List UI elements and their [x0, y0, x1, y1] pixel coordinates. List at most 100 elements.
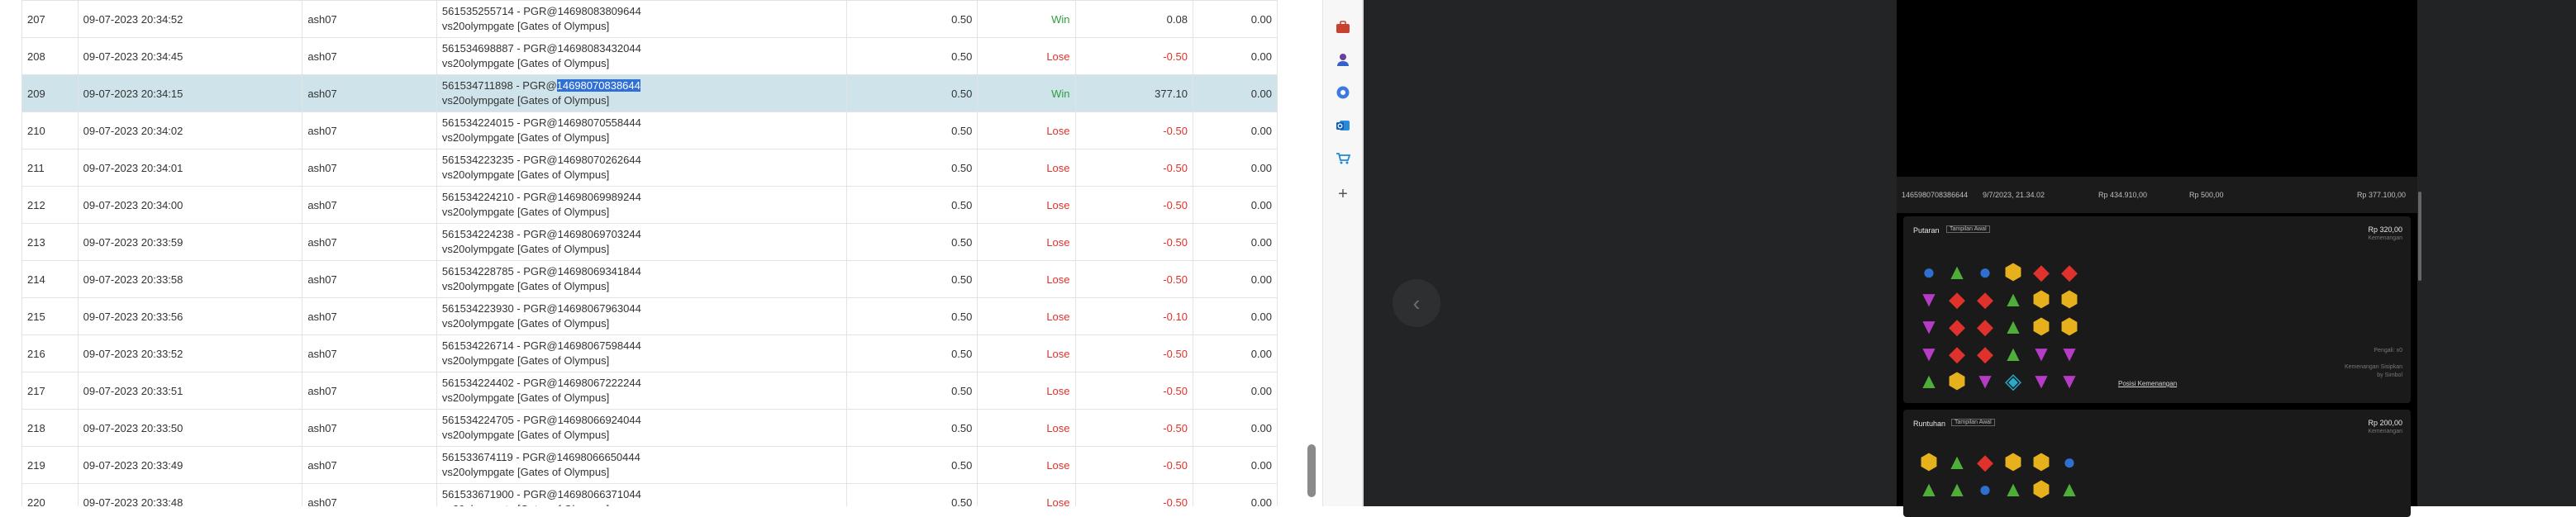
username: ash07 [302, 260, 437, 298]
table-row[interactable]: 209 09-07-2023 20:34:15 ash07 561534711898 … [21, 74, 1278, 112]
table-row[interactable]: 207 09-07-2023 20:34:52 ash07 561535255714 … [21, 0, 1278, 38]
bet-result: Lose [977, 149, 1076, 187]
bet-datetime: 09-07-2023 20:33:56 [77, 297, 303, 335]
tumble-card-amount-sub: Kemenangan [2368, 429, 2402, 434]
settings-gear-icon[interactable] [1334, 83, 1352, 102]
description-prefix: 561534711898 - PGR@ [441, 79, 557, 92]
win-amount: 0.08 [1074, 0, 1193, 38]
briefcase-icon[interactable] [1334, 18, 1352, 36]
description-line-1: 561533671900 - PGR@14698066371044 [441, 488, 641, 500]
symbol-tri-icon: ▲ [2002, 340, 2024, 366]
highlighted-selection: 14698070838644 [556, 79, 640, 92]
username: ash07 [302, 297, 437, 335]
symbol-gem-icon: ◆ [1977, 340, 1993, 366]
table-row[interactable]: 208 09-07-2023 20:34:45 ash07 561534698887 … [21, 37, 1278, 75]
symbol-tri-icon: ▲ [1918, 476, 1940, 501]
bet-amount: 0.50 [845, 446, 978, 484]
symbol-orb-icon: ● [1978, 258, 1992, 284]
win-amount: -0.50 [1074, 223, 1193, 261]
game-name: vs20olympgate [Gates of Olympus] [441, 94, 610, 107]
balance: 0.00 [1192, 74, 1278, 112]
bet-amount: 0.50 [845, 260, 978, 298]
win-position-link[interactable]: Posisi Kemenangan [2118, 380, 2177, 387]
user-icon[interactable] [1334, 50, 1352, 69]
symbol-orb-icon: ● [1978, 476, 1992, 501]
game-name: vs20olympgate [Gates of Olympus] [441, 391, 610, 404]
bet-description: 561534224238 - PGR@14698069703244 vs20oly… [436, 223, 847, 261]
bet-amount: 0.50 [845, 37, 978, 75]
history-scrollbar-thumb[interactable] [2418, 192, 2421, 281]
round-bet: Rp 500,00 [2189, 191, 2224, 199]
symbol-tri-icon: ▲ [2002, 286, 2024, 311]
outlook-icon[interactable] [1334, 116, 1352, 135]
viewer-backdrop: ‹ [1364, 0, 1897, 506]
bet-datetime: 09-07-2023 20:34:45 [77, 37, 303, 75]
row-number: 208 [21, 37, 79, 75]
tumble-symbol-grid: ⬢ ▲ ◆ ⬢ ⬢ ● ▲ ▲ ● ▲ ⬢ ▲ [1915, 448, 2083, 502]
description-line-1: 561534224015 - PGR@14698070558444 [441, 116, 641, 129]
table-row[interactable]: 214 09-07-2023 20:33:58 ash07 561534228785 … [21, 260, 1278, 298]
symbol-gem-icon: ◆ [1949, 286, 1965, 311]
bet-datetime: 09-07-2023 20:34:15 [77, 74, 303, 112]
symbol-gem-icon: ◆ [1977, 286, 1993, 311]
spin-note-2: by Simbol [2377, 372, 2402, 378]
bet-amount: 0.50 [845, 186, 978, 224]
bet-amount: 0.50 [845, 74, 978, 112]
win-amount: -0.50 [1074, 372, 1193, 410]
game-name: vs20olympgate [Gates of Olympus] [441, 429, 610, 441]
bet-amount: 0.50 [845, 334, 978, 372]
bet-result: Lose [977, 37, 1076, 75]
table-row[interactable]: 217 09-07-2023 20:33:51 ash07 561534224402 … [21, 372, 1278, 410]
symbol-inv-icon: ▼ [1918, 286, 1940, 311]
description-line-1: 561534224210 - PGR@14698069989244 [441, 191, 641, 203]
symbol-hex-icon: ⬢ [2031, 313, 2051, 339]
bet-datetime: 09-07-2023 20:34:01 [77, 149, 303, 187]
game-name: vs20olympgate [Gates of Olympus] [441, 206, 610, 218]
chevron-left-icon[interactable]: ‹ [1393, 279, 1440, 327]
bet-history-table: 207 09-07-2023 20:34:52 ash07 561535255714 … [21, 0, 1278, 506]
username: ash07 [302, 186, 437, 224]
bet-datetime: 09-07-2023 20:33:59 [77, 223, 303, 261]
symbol-hex-icon: ⬢ [2059, 286, 2079, 311]
table-row[interactable]: 213 09-07-2023 20:33:59 ash07 561534224238 … [21, 223, 1278, 261]
balance: 0.00 [1192, 111, 1278, 149]
bet-datetime: 09-07-2023 20:33:58 [77, 260, 303, 298]
symbol-gem-icon: ◆ [1949, 313, 1965, 339]
game-name: vs20olympgate [Gates of Olympus] [441, 168, 610, 181]
table-row[interactable]: 211 09-07-2023 20:34:01 ash07 561534223235 … [21, 149, 1278, 187]
username: ash07 [302, 74, 437, 112]
description-line-1: 561534228785 - PGR@14698069341844 [441, 265, 641, 277]
symbol-tri-icon: ▲ [2002, 313, 2024, 339]
balance: 0.00 [1192, 483, 1278, 506]
game-name: vs20olympgate [Gates of Olympus] [441, 20, 610, 32]
viewer-right-backdrop [2430, 0, 2576, 506]
table-row[interactable]: 219 09-07-2023 20:33:49 ash07 561533674119 … [21, 446, 1278, 484]
bet-description: 561534711898 - PGR@14698070838644 vs20oly… [436, 74, 847, 112]
table-row[interactable]: 218 09-07-2023 20:33:50 ash07 561534224705 … [21, 409, 1278, 447]
tumble-card-title: Runtuhan [1913, 420, 1946, 428]
tumble-card-amount: Rp 200,00 [2368, 419, 2402, 427]
plus-icon[interactable]: + [1334, 185, 1352, 203]
table-row[interactable]: 216 09-07-2023 20:33:52 ash07 561534226714 … [21, 334, 1278, 372]
symbol-hex-icon: ⬢ [2031, 448, 2051, 474]
description-line-1: 561533674119 - PGR@14698066650444 [441, 451, 640, 463]
balance: 0.00 [1192, 372, 1278, 410]
shopping-cart-icon[interactable] [1334, 149, 1352, 168]
win-amount: -0.50 [1074, 111, 1193, 149]
win-amount: 377.10 [1074, 74, 1193, 112]
symbol-inv-icon: ▼ [2031, 368, 2052, 393]
row-number: 210 [21, 111, 79, 149]
win-amount: -0.50 [1074, 409, 1193, 447]
table-row[interactable]: 210 09-07-2023 20:34:02 ash07 561534224015 … [21, 111, 1278, 149]
row-number: 214 [21, 260, 79, 298]
username: ash07 [302, 149, 437, 187]
bet-result: Lose [977, 334, 1076, 372]
bet-history-pane: 207 09-07-2023 20:34:52 ash07 561535255714 … [0, 0, 1322, 506]
bet-datetime: 09-07-2023 20:33:50 [77, 409, 303, 447]
table-row[interactable]: 220 09-07-2023 20:33:48 ash07 561533671900 … [21, 483, 1278, 506]
table-row[interactable]: 215 09-07-2023 20:33:56 ash07 561534223930 … [21, 297, 1278, 335]
symbol-gem-icon: ◆ [1977, 313, 1993, 339]
table-scrollbar-thumb[interactable] [1307, 444, 1316, 497]
symbol-hex-icon: ⬢ [2059, 313, 2079, 339]
table-row[interactable]: 212 09-07-2023 20:34:00 ash07 561534224210 … [21, 186, 1278, 224]
